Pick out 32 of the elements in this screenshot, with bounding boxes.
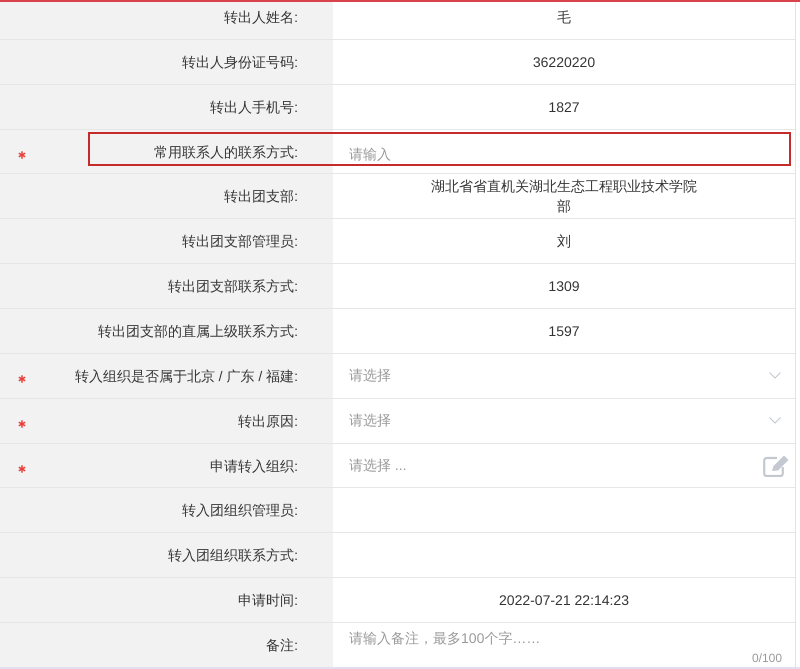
field-label: 常用联系人的联系方式: <box>153 142 298 162</box>
field-label: 备注: <box>265 636 298 655</box>
field-value: 1309 <box>547 277 581 296</box>
field-value: 毛 <box>556 8 572 27</box>
chevron-down-icon <box>769 372 781 380</box>
field-label: 转出人身份证号码: <box>181 52 298 72</box>
org-picker-field[interactable]: 请选择 ... <box>333 444 795 488</box>
field-label: 转出团支部联系方式: <box>167 277 298 296</box>
field-value: 湖北省省直机关湖北生态工程职业技术学院 部 <box>430 177 698 216</box>
field-value: 1597 <box>547 322 581 341</box>
field-label: 转出团支部的直属上级联系方式: <box>97 322 298 341</box>
field-label: 转出团支部管理员: <box>181 232 298 252</box>
field-value: 2022-07-21 22:14:23 <box>498 591 630 610</box>
field-label: 转出人姓名: <box>223 8 298 27</box>
contact-input[interactable]: 请输入 <box>333 130 795 174</box>
edit-icon[interactable] <box>763 454 790 478</box>
field-value: 1827 <box>547 98 581 117</box>
field-label: 转入团组织联系方式: <box>167 546 298 566</box>
remark-textarea[interactable]: 请输入备注，最多100个字…… <box>333 623 795 651</box>
field-label: 转出原因: <box>237 412 298 431</box>
field-label: 转出人手机号: <box>209 98 298 117</box>
select-field[interactable]: 请选择 <box>333 354 795 398</box>
field-label: 转入团组织管理员: <box>181 501 298 520</box>
char-counter: 0/100 <box>750 650 783 667</box>
field-label: 转出团支部: <box>223 187 298 206</box>
select-field[interactable]: 请选择 <box>333 398 795 443</box>
field-label: 转入组织是否属于北京 / 广东 / 福建: <box>74 366 298 386</box>
chevron-down-icon <box>769 417 781 424</box>
field-value: 36220220 <box>532 52 596 72</box>
field-label: 申请转入组织: <box>209 456 298 476</box>
field-value: 刘 <box>556 232 572 252</box>
field-label: 申请时间: <box>237 591 298 610</box>
